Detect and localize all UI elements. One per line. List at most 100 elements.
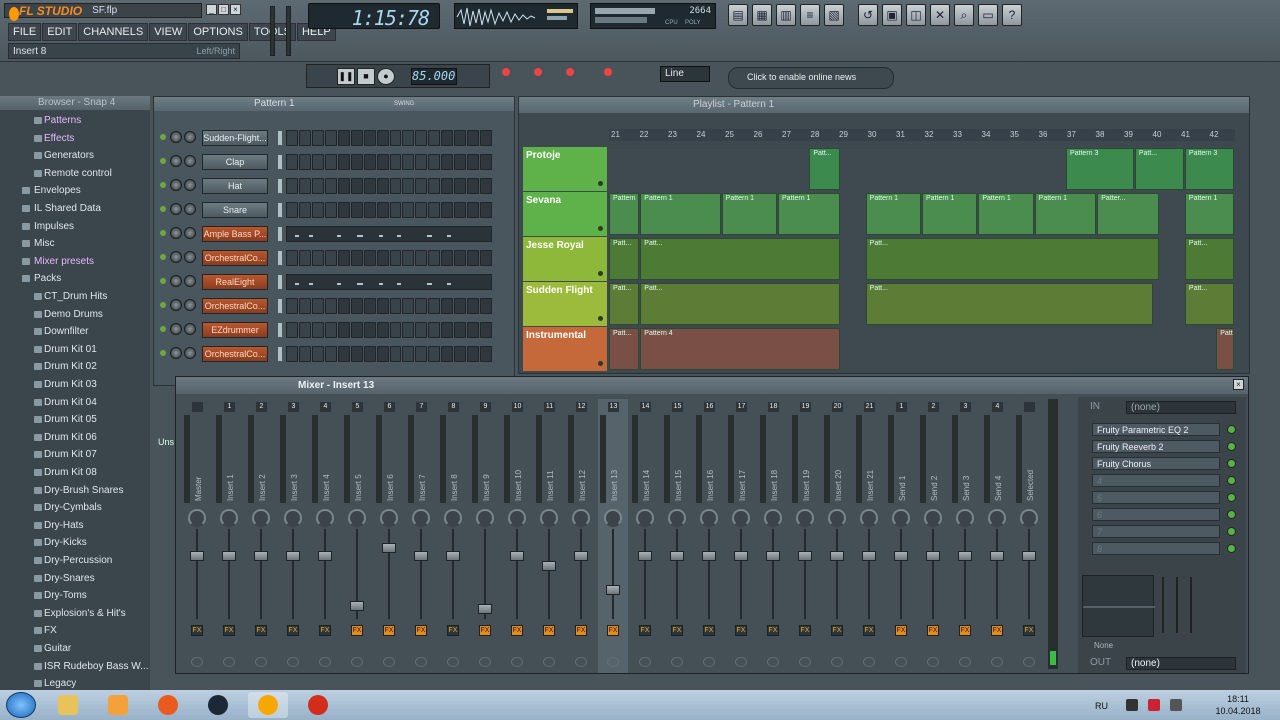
step-button[interactable]	[415, 250, 428, 266]
fx-slot-name[interactable]: 4	[1092, 474, 1220, 487]
step-sequencer[interactable]	[286, 298, 492, 314]
step-button[interactable]	[402, 298, 415, 314]
countdown-icon[interactable]	[566, 68, 574, 76]
browser-item[interactable]: Dry-Brush Snares	[0, 482, 150, 499]
mixer-strip[interactable]: 2 Insert 2 FX	[246, 399, 276, 673]
strip-fader-track[interactable]	[324, 529, 326, 619]
step-button[interactable]	[337, 346, 350, 362]
step-button[interactable]	[337, 250, 350, 266]
strip-io-icon[interactable]	[511, 657, 523, 667]
fx-slot-enable-icon[interactable]	[1227, 544, 1236, 553]
step-button[interactable]	[441, 346, 454, 362]
step-button[interactable]	[402, 130, 415, 146]
pattern-clip[interactable]: Patt...	[865, 238, 1159, 280]
pattern-clip[interactable]: Pattern 3	[1065, 148, 1134, 190]
pattern-clip[interactable]: Patt...	[609, 328, 640, 370]
taskbar-explorer[interactable]	[48, 692, 88, 718]
step-button[interactable]	[389, 130, 402, 146]
strip-pan-knob[interactable]	[988, 509, 1006, 527]
channel-mute-led[interactable]	[160, 326, 166, 332]
channel-mute-led[interactable]	[160, 254, 166, 260]
track-header[interactable]: Sevana	[523, 192, 607, 236]
channel-volume-knob[interactable]	[184, 323, 196, 335]
browser-icon[interactable]: ▧	[824, 4, 844, 26]
playlist-view-icon[interactable]: ▤	[728, 4, 748, 26]
mixer-strip[interactable]: 7 Insert 7 FX	[406, 399, 436, 673]
step-button[interactable]	[480, 154, 492, 170]
pattern-clip[interactable]: Patt...	[865, 283, 1153, 325]
browser-item[interactable]: CT_Drum Hits	[0, 288, 150, 305]
strip-fader-track[interactable]	[932, 529, 934, 619]
channel-volume-knob[interactable]	[184, 227, 196, 239]
step-button[interactable]	[415, 202, 428, 218]
strip-pan-knob[interactable]	[924, 509, 942, 527]
track-enable-led[interactable]	[598, 361, 603, 366]
strip-send-switch[interactable]: FX	[639, 625, 651, 636]
channel-select-light[interactable]	[278, 323, 282, 337]
step-button[interactable]	[454, 130, 467, 146]
mixer-strip[interactable]: 3 Send 3 FX	[950, 399, 980, 673]
strip-send-switch[interactable]: FX	[927, 625, 939, 636]
channel-select-light[interactable]	[278, 299, 282, 313]
strip-fader-cap[interactable]	[478, 604, 492, 615]
step-button[interactable]	[376, 130, 389, 146]
step-button[interactable]	[441, 178, 454, 194]
channel-name-button[interactable]: Sudden-Flight...	[202, 130, 268, 146]
strip-fader-track[interactable]	[548, 529, 550, 619]
strip-pan-knob[interactable]	[220, 509, 238, 527]
strip-fader-cap[interactable]	[382, 543, 396, 554]
channel-row[interactable]: OrchestralCo...	[156, 249, 512, 269]
mixer-strip[interactable]: 20 Insert 20 FX	[822, 399, 852, 673]
fx-slot[interactable]: 6	[1082, 508, 1242, 522]
track-header[interactable]: Protoje	[523, 147, 607, 191]
mixer-strip[interactable]: 16 Insert 16 FX	[694, 399, 724, 673]
step-button[interactable]	[454, 154, 467, 170]
fx-slot-enable-icon[interactable]	[1227, 510, 1236, 519]
strip-pan-knob[interactable]	[700, 509, 718, 527]
pattern-clip[interactable]: Patt...	[1184, 283, 1234, 325]
strip-pan-knob[interactable]	[956, 509, 974, 527]
browser-item[interactable]: Drum Kit 05	[0, 411, 150, 428]
step-button[interactable]	[454, 178, 467, 194]
step-button[interactable]	[415, 346, 428, 362]
browser-item[interactable]: Dry-Kicks	[0, 534, 150, 551]
step-button[interactable]	[376, 154, 389, 170]
strip-fader-track[interactable]	[740, 529, 742, 619]
channel-select-light[interactable]	[278, 251, 282, 265]
taskbar-recorder[interactable]	[298, 692, 338, 718]
channel-volume-knob[interactable]	[184, 203, 196, 215]
fx-slot-enable-icon[interactable]	[1227, 459, 1236, 468]
strip-io-icon[interactable]	[735, 657, 747, 667]
step-button[interactable]	[415, 322, 428, 338]
strip-fader-cap[interactable]	[990, 551, 1004, 562]
step-button[interactable]	[428, 346, 441, 362]
strip-send-switch[interactable]: FX	[831, 625, 843, 636]
pattern-clip[interactable]: Pattern 1	[721, 193, 777, 235]
step-button[interactable]	[428, 178, 441, 194]
strip-pan-knob[interactable]	[732, 509, 750, 527]
pause-icon[interactable]: ❚❚	[337, 68, 355, 85]
channel-pan-knob[interactable]	[170, 227, 182, 239]
browser-item[interactable]: Dry-Cymbals	[0, 499, 150, 516]
strip-fader-cap[interactable]	[894, 551, 908, 562]
channel-select-light[interactable]	[278, 203, 282, 217]
channel-volume-knob[interactable]	[184, 131, 196, 143]
strip-io-icon[interactable]	[799, 657, 811, 667]
pattern-clip[interactable]: Patt...	[609, 283, 640, 325]
undo-icon[interactable]: ↺	[858, 4, 878, 26]
strip-fader-cap[interactable]	[702, 551, 716, 562]
strip-io-icon[interactable]	[671, 657, 683, 667]
channel-row[interactable]: Snare	[156, 201, 512, 221]
browser-item[interactable]: Packs	[0, 270, 150, 287]
step-button[interactable]	[311, 346, 324, 362]
time-display-panel[interactable]: 1:15:78	[308, 3, 440, 30]
pattern-clip[interactable]: Pattern 1	[922, 193, 978, 235]
pattern-clip[interactable]: Pattern 4	[640, 328, 840, 370]
step-button[interactable]	[428, 298, 441, 314]
browser-item[interactable]: Drum Kit 06	[0, 429, 150, 446]
track-enable-led[interactable]	[598, 316, 603, 321]
strip-send-switch[interactable]: FX	[287, 625, 299, 636]
strip-pan-knob[interactable]	[380, 509, 398, 527]
track-lane[interactable]: Pattern 1 Pattern 1 Pattern 1 Pattern 1 Patt…	[609, 192, 1235, 236]
strip-fader-cap[interactable]	[606, 585, 620, 595]
